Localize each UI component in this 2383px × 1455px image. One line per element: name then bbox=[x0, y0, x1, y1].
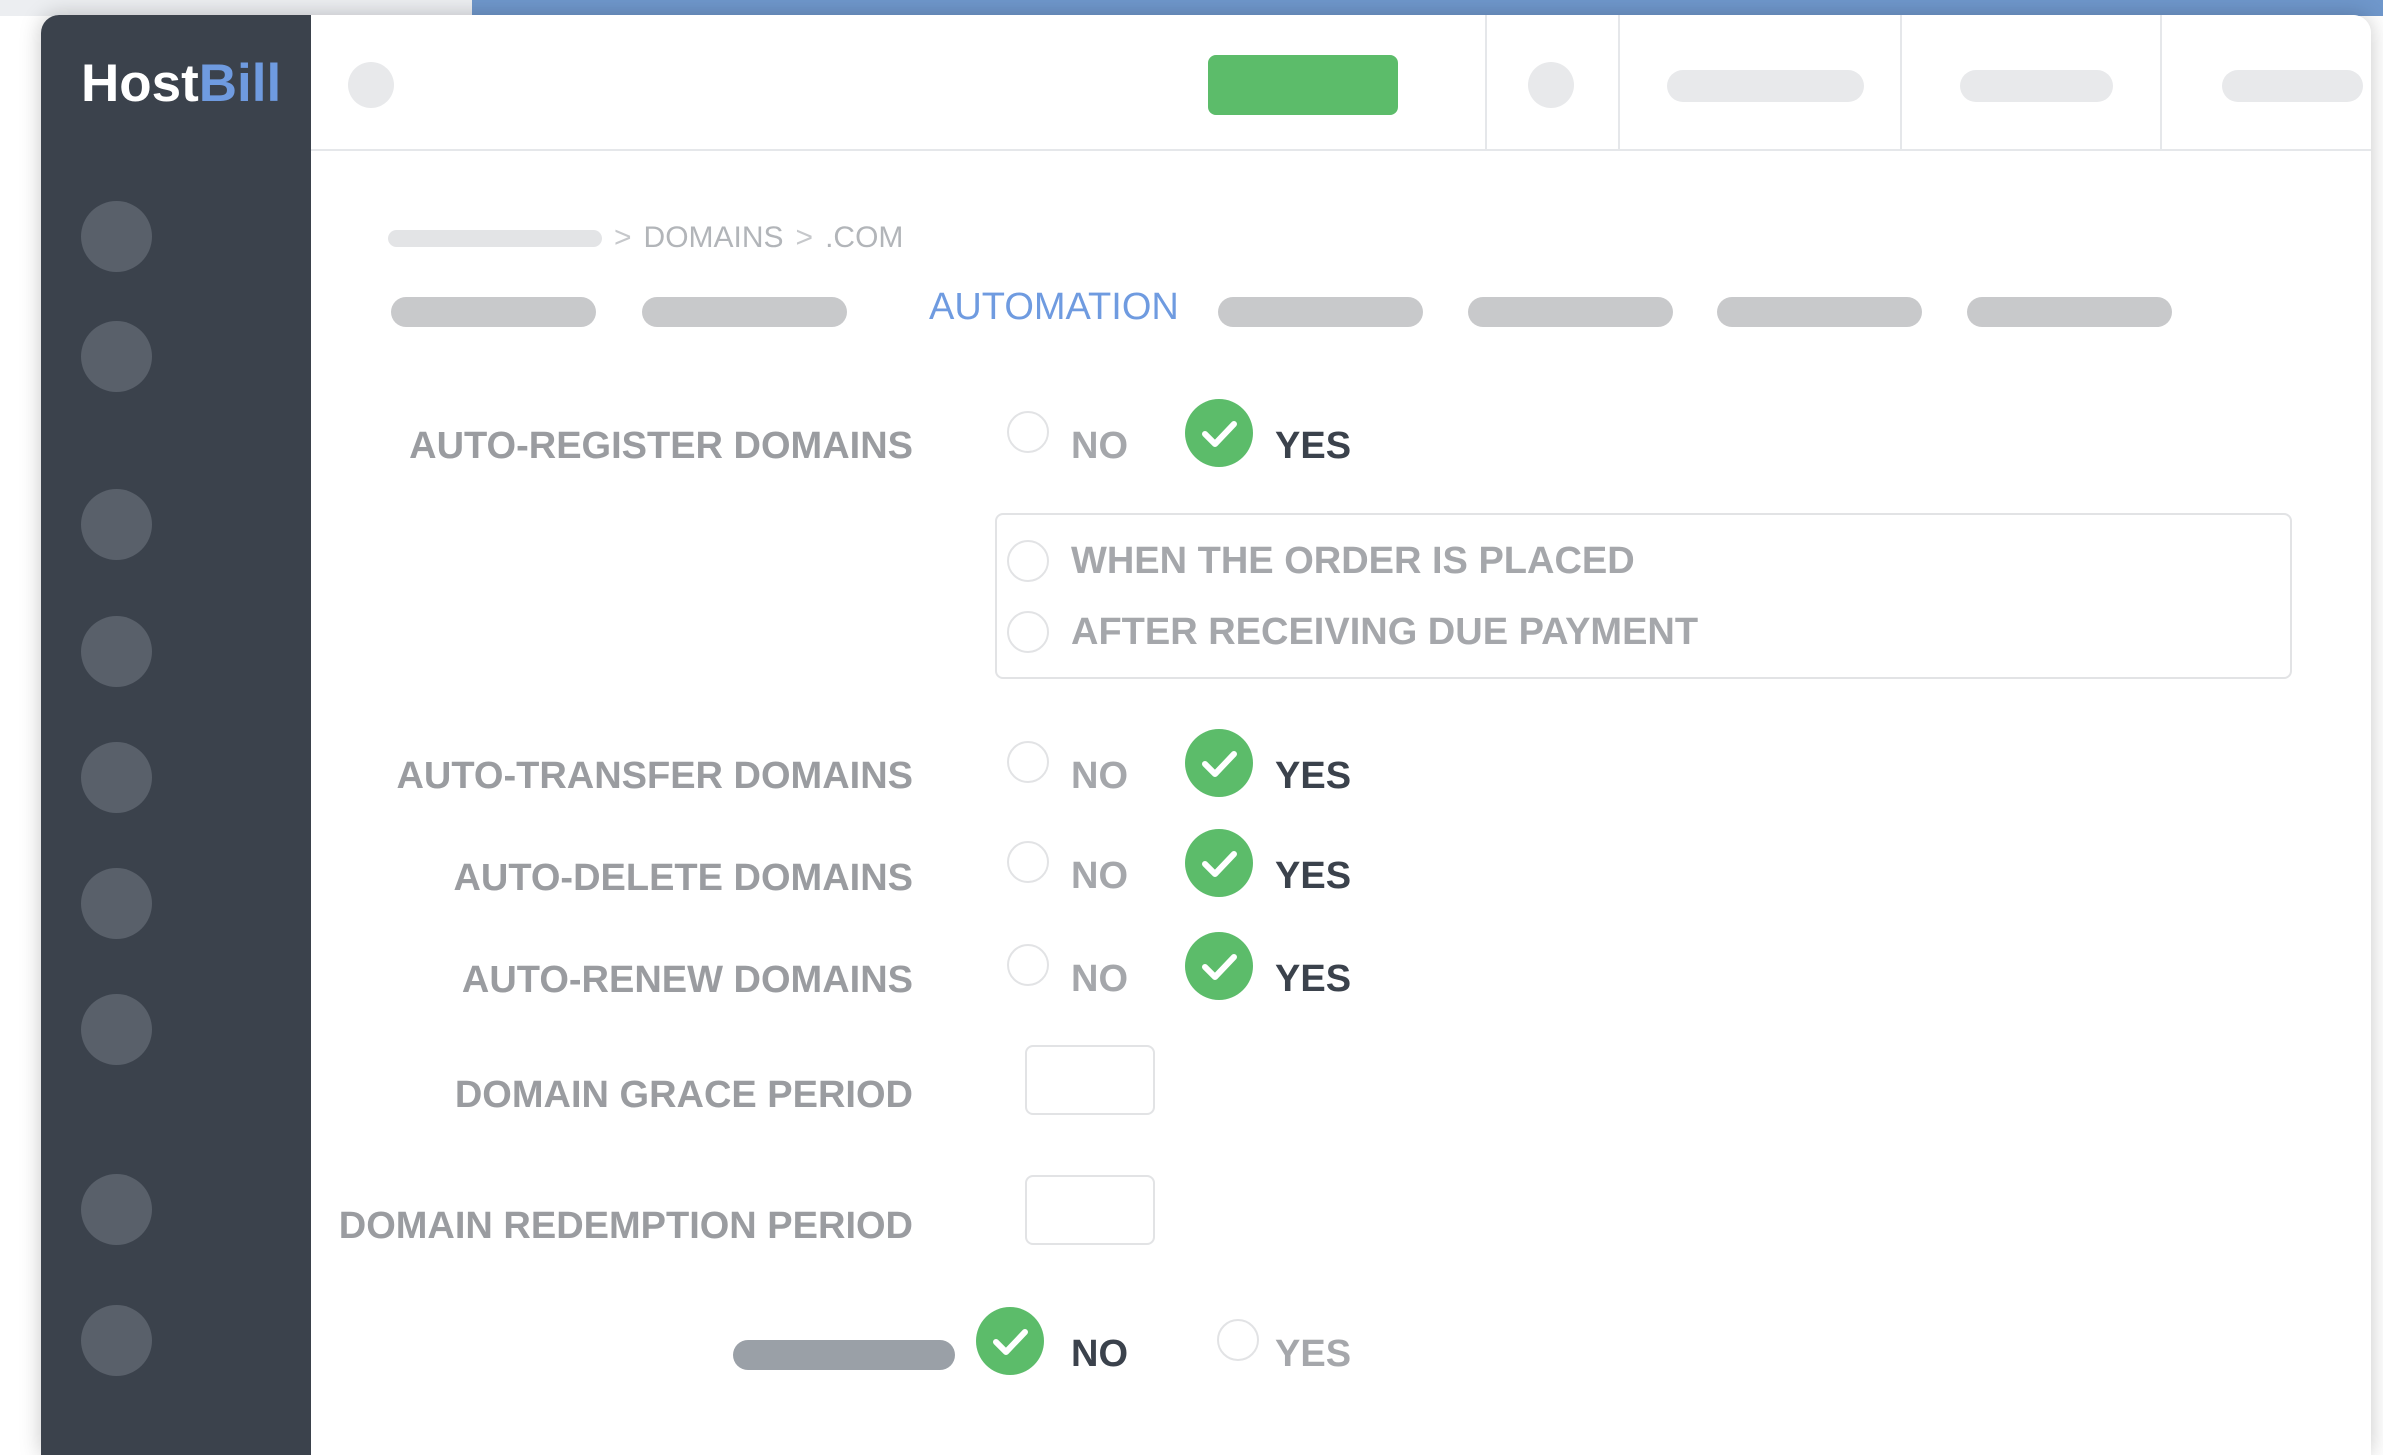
tab-2[interactable] bbox=[642, 297, 847, 327]
divider bbox=[2160, 15, 2162, 149]
tab-1[interactable] bbox=[391, 297, 596, 327]
last-option-no-radio[interactable] bbox=[976, 1307, 1044, 1375]
sidebar-nav-icon-4[interactable] bbox=[81, 616, 152, 687]
background-strip bbox=[0, 0, 472, 16]
auto-register-no-radio[interactable] bbox=[1007, 411, 1049, 453]
when-order-placed-label: WHEN THE ORDER IS PLACED bbox=[1071, 540, 1635, 582]
tab-7[interactable] bbox=[1967, 297, 2172, 327]
main-content: > DOMAINS > .COM AUTOMATION bbox=[311, 151, 2371, 1455]
breadcrumb-com[interactable]: .COM bbox=[825, 221, 903, 255]
sidebar-nav-icon-1[interactable] bbox=[81, 201, 152, 272]
topbar-menu-item-2[interactable] bbox=[1960, 70, 2113, 102]
auto-transfer-no-radio[interactable] bbox=[1007, 741, 1049, 783]
divider bbox=[1900, 15, 1902, 149]
sidebar: HostBill bbox=[41, 15, 311, 1455]
auto-register-no-label: NO bbox=[1071, 425, 1128, 467]
breadcrumb-root[interactable] bbox=[388, 229, 602, 247]
last-option-no-label: NO bbox=[1071, 1333, 1128, 1375]
after-payment-radio[interactable] bbox=[1007, 611, 1049, 653]
notifications-icon[interactable] bbox=[1528, 62, 1574, 108]
topbar-menu-item-3[interactable] bbox=[2222, 70, 2363, 102]
auto-delete-no-label: NO bbox=[1071, 855, 1128, 897]
check-icon bbox=[1202, 851, 1237, 877]
hostbill-logo[interactable]: HostBill bbox=[81, 53, 281, 114]
topbar-menu-item-1[interactable] bbox=[1667, 70, 1864, 102]
background-strip-accent bbox=[472, 0, 2383, 16]
sidebar-nav-icon-8[interactable] bbox=[81, 1174, 152, 1245]
check-icon bbox=[1202, 954, 1237, 980]
auto-register-yes-label: YES bbox=[1275, 425, 1352, 467]
auto-renew-no-label: NO bbox=[1071, 958, 1128, 1000]
chevron-right-icon: > bbox=[614, 221, 632, 254]
sidebar-nav-icon-3[interactable] bbox=[81, 489, 152, 560]
sidebar-nav-icon-2[interactable] bbox=[81, 321, 152, 392]
chevron-right-icon: > bbox=[795, 221, 814, 254]
auto-delete-yes-label: YES bbox=[1275, 855, 1352, 897]
auto-transfer-yes-radio[interactable] bbox=[1185, 729, 1253, 797]
auto-transfer-label: AUTO-TRANSFER DOMAINS bbox=[396, 755, 913, 797]
auto-renew-yes-label: YES bbox=[1275, 958, 1352, 1000]
auto-delete-label: AUTO-DELETE DOMAINS bbox=[453, 857, 913, 899]
top-bar bbox=[311, 15, 2371, 151]
divider bbox=[1485, 15, 1487, 149]
tab-automation[interactable]: AUTOMATION bbox=[929, 286, 1179, 329]
redemption-period-input[interactable] bbox=[1025, 1175, 1155, 1245]
menu-toggle-icon[interactable] bbox=[348, 62, 394, 108]
after-payment-label: AFTER RECEIVING DUE PAYMENT bbox=[1071, 611, 1699, 653]
breadcrumb: > DOMAINS > .COM bbox=[388, 220, 903, 256]
auto-renew-no-radio[interactable] bbox=[1007, 944, 1049, 986]
auto-register-yes-radio[interactable] bbox=[1185, 399, 1253, 467]
tab-4[interactable] bbox=[1218, 297, 1423, 327]
divider bbox=[1618, 15, 1620, 149]
check-icon bbox=[1202, 751, 1237, 777]
last-option-yes-label: YES bbox=[1275, 1333, 1352, 1375]
primary-action-button[interactable] bbox=[1208, 55, 1398, 115]
auto-transfer-no-label: NO bbox=[1071, 755, 1128, 797]
grace-period-input[interactable] bbox=[1025, 1045, 1155, 1115]
app-window: HostBill > DOMAINS > .COM AUTOMATION AUT… bbox=[41, 15, 2371, 1455]
register-timing-options bbox=[995, 513, 2292, 679]
tab-6[interactable] bbox=[1717, 297, 1922, 327]
check-icon bbox=[1202, 421, 1237, 447]
redemption-period-label: DOMAIN REDEMPTION PERIOD bbox=[338, 1205, 913, 1247]
auto-register-label: AUTO-REGISTER DOMAINS bbox=[409, 425, 913, 467]
setting-label-placeholder bbox=[733, 1340, 955, 1370]
auto-delete-yes-radio[interactable] bbox=[1185, 829, 1253, 897]
sidebar-nav-icon-7[interactable] bbox=[81, 994, 152, 1065]
auto-transfer-yes-label: YES bbox=[1275, 755, 1352, 797]
sidebar-nav-icon-9[interactable] bbox=[81, 1305, 152, 1376]
when-order-placed-radio[interactable] bbox=[1007, 540, 1049, 582]
grace-period-label: DOMAIN GRACE PERIOD bbox=[454, 1074, 913, 1116]
breadcrumb-domains[interactable]: DOMAINS bbox=[644, 221, 784, 255]
check-icon bbox=[993, 1329, 1028, 1355]
auto-delete-no-radio[interactable] bbox=[1007, 841, 1049, 883]
tab-5[interactable] bbox=[1468, 297, 1673, 327]
sidebar-nav-icon-5[interactable] bbox=[81, 742, 152, 813]
auto-renew-yes-radio[interactable] bbox=[1185, 932, 1253, 1000]
last-option-yes-radio[interactable] bbox=[1217, 1319, 1259, 1361]
sidebar-nav-icon-6[interactable] bbox=[81, 868, 152, 939]
auto-renew-label: AUTO-RENEW DOMAINS bbox=[461, 959, 913, 1001]
